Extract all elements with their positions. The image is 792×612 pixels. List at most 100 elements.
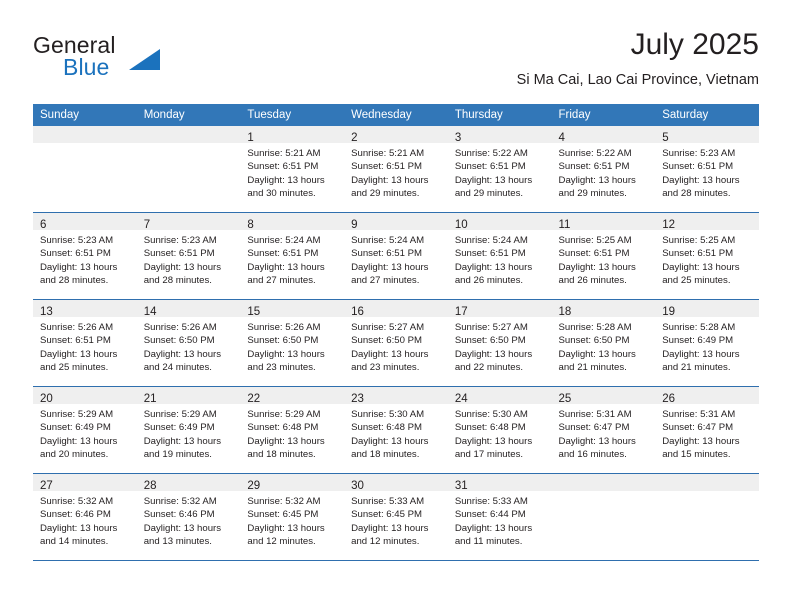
calendar-day-cell[interactable]: 9 Sunrise: 5:24 AM Sunset: 6:51 PM Daylight… xyxy=(344,212,448,300)
day-detail-line: and 25 minutes. xyxy=(662,275,731,287)
day-number-band: 17 xyxy=(447,300,552,318)
day-cell-body: Sunrise: 5:33 AM Sunset: 6:45 PM Daylight:… xyxy=(344,491,448,549)
calendar-day-cell[interactable]: 7 Sunrise: 5:23 AM Sunset: 6:51 PM Daylight… xyxy=(136,212,241,300)
day-cell-body: Sunrise: 5:32 AM Sunset: 6:45 PM Daylight:… xyxy=(240,491,344,549)
day-cell-body: Sunrise: 5:23 AM Sunset: 6:51 PM Daylight:… xyxy=(655,143,759,201)
day-number: 9 xyxy=(351,219,358,231)
calendar-day-cell[interactable]: 13 Sunrise: 5:26 AM Sunset: 6:51 PM Dayligh… xyxy=(33,299,137,387)
calendar-day-cell[interactable]: 6 Sunrise: 5:23 AM Sunset: 6:51 PM Daylight… xyxy=(33,212,137,300)
day-cell-body: Sunrise: 5:31 AM Sunset: 6:47 PM Daylight:… xyxy=(552,404,656,462)
calendar-day-cell[interactable]: 21 Sunrise: 5:29 AM Sunset: 6:49 PM Dayligh… xyxy=(136,386,241,474)
calendar-day-cell[interactable]: 2 Sunrise: 5:21 AM Sunset: 6:51 PM Daylight… xyxy=(344,126,448,213)
day-detail-line: and 25 minutes. xyxy=(40,362,109,374)
calendar-day-cell[interactable]: 31 Sunrise: 5:33 AM Sunset: 6:44 PM Dayligh… xyxy=(447,473,552,561)
calendar-day-cell[interactable]: 19 Sunrise: 5:28 AM Sunset: 6:49 PM Dayligh… xyxy=(655,299,759,387)
day-detail-line: Daylight: 13 hours xyxy=(454,261,533,273)
day-detail-line: Sunset: 6:48 PM xyxy=(454,422,526,434)
day-number-band: 6 xyxy=(33,213,137,231)
day-number: 27 xyxy=(40,480,53,492)
day-detail-line: Daylight: 13 hours xyxy=(351,348,429,360)
day-detail-line: and 26 minutes. xyxy=(454,275,524,287)
day-number: 18 xyxy=(558,306,572,318)
day-detail-line: Sunset: 6:51 PM xyxy=(40,248,111,260)
calendar-day-cell[interactable]: 10 Sunrise: 5:24 AM Sunset: 6:51 PM Dayligh… xyxy=(447,212,552,300)
day-detail-line: and 14 minutes. xyxy=(40,536,109,548)
calendar-day-cell[interactable]: 20 Sunrise: 5:29 AM Sunset: 6:49 PM Dayligh… xyxy=(33,386,137,474)
day-number-band: 10 xyxy=(447,213,552,231)
day-number: 8 xyxy=(247,219,254,231)
day-detail-line: Sunset: 6:47 PM xyxy=(558,422,630,434)
day-detail-line: Sunrise: 5:30 AM xyxy=(351,409,425,420)
day-detail-line: Sunset: 6:51 PM xyxy=(662,161,734,173)
day-detail-line: Sunrise: 5:32 AM xyxy=(40,496,114,507)
weekday-header-tuesday: Tuesday xyxy=(240,104,345,126)
day-detail-line: Daylight: 13 hours xyxy=(351,522,429,534)
calendar-day-cell[interactable]: 4 Sunrise: 5:22 AM Sunset: 6:51 PM Daylight… xyxy=(551,126,656,213)
day-number-band: 11 xyxy=(551,213,656,231)
day-number: 28 xyxy=(143,480,157,492)
calendar-day-cell[interactable]: 15 Sunrise: 5:26 AM Sunset: 6:50 PM Dayligh… xyxy=(240,299,345,387)
calendar-day-cell[interactable]: 27 Sunrise: 5:32 AM Sunset: 6:46 PM Dayligh… xyxy=(33,473,137,561)
day-number-band xyxy=(33,126,137,143)
page-title: July 2025 xyxy=(630,28,759,61)
calendar-page: General Blue July 2025 Si Ma Cai, Lao Ca… xyxy=(0,0,792,612)
calendar-day-cell[interactable]: 23 Sunrise: 5:30 AM Sunset: 6:48 PM Dayligh… xyxy=(344,386,448,474)
day-detail-line: Sunset: 6:50 PM xyxy=(143,335,215,347)
calendar-day-cell[interactable]: 14 Sunrise: 5:26 AM Sunset: 6:50 PM Dayligh… xyxy=(136,299,241,387)
day-number-band: 5 xyxy=(655,126,759,144)
calendar-day-cell[interactable]: 16 Sunrise: 5:27 AM Sunset: 6:50 PM Dayligh… xyxy=(344,299,448,387)
day-cell-body: Sunrise: 5:31 AM Sunset: 6:47 PM Daylight:… xyxy=(655,404,759,462)
calendar-empty-cell xyxy=(551,473,656,561)
day-number-band: 19 xyxy=(655,300,759,318)
calendar-day-cell[interactable]: 3 Sunrise: 5:22 AM Sunset: 6:51 PM Daylight… xyxy=(447,126,552,213)
day-detail-line: Sunrise: 5:33 AM xyxy=(454,496,528,507)
day-detail-line: Daylight: 13 hours xyxy=(143,435,222,447)
day-detail-line: and 27 minutes. xyxy=(247,275,316,287)
day-cell-body: Sunrise: 5:22 AM Sunset: 6:51 PM Daylight:… xyxy=(552,143,656,201)
day-detail-line: and 16 minutes. xyxy=(558,449,627,461)
calendar-day-cell[interactable]: 29 Sunrise: 5:32 AM Sunset: 6:45 PM Dayligh… xyxy=(240,473,345,561)
day-detail-line: Sunset: 6:51 PM xyxy=(143,248,215,260)
general-blue-logo[interactable]: General Blue xyxy=(33,32,253,90)
calendar-week-row: 1 Sunrise: 5:21 AM Sunset: 6:51 PM Daylight… xyxy=(33,126,759,213)
calendar-day-cell[interactable]: 11 Sunrise: 5:25 AM Sunset: 6:51 PM Dayligh… xyxy=(551,212,656,300)
day-detail-line: Sunset: 6:51 PM xyxy=(454,161,526,173)
calendar-day-cell[interactable]: 24 Sunrise: 5:30 AM Sunset: 6:48 PM Dayligh… xyxy=(447,386,552,474)
calendar-table: Sunday Monday Tuesday Wednesday Thursday… xyxy=(33,104,759,561)
calendar-day-cell[interactable]: 12 Sunrise: 5:25 AM Sunset: 6:51 PM Dayligh… xyxy=(655,212,759,300)
calendar-day-cell[interactable]: 18 Sunrise: 5:28 AM Sunset: 6:50 PM Dayligh… xyxy=(551,299,656,387)
day-detail-line: Daylight: 13 hours xyxy=(662,261,740,273)
day-cell-body: Sunrise: 5:26 AM Sunset: 6:50 PM Daylight:… xyxy=(240,317,344,375)
title-block: July 2025 Si Ma Cai, Lao Cai Province, V… xyxy=(517,28,759,90)
day-detail-line: Sunset: 6:51 PM xyxy=(558,248,630,260)
calendar-day-cell[interactable]: 5 Sunrise: 5:23 AM Sunset: 6:51 PM Daylight… xyxy=(655,126,759,213)
day-cell-body: Sunrise: 5:32 AM Sunset: 6:46 PM Daylight:… xyxy=(137,491,241,549)
day-number-band: 27 xyxy=(33,474,137,492)
day-detail-line: Sunrise: 5:24 AM xyxy=(247,235,321,246)
calendar-day-cell[interactable]: 1 Sunrise: 5:21 AM Sunset: 6:51 PM Daylight… xyxy=(240,126,345,213)
day-detail-line: Sunrise: 5:23 AM xyxy=(40,235,114,246)
calendar-day-cell[interactable]: 17 Sunrise: 5:27 AM Sunset: 6:50 PM Dayligh… xyxy=(447,299,552,387)
day-detail-line: Sunset: 6:48 PM xyxy=(351,422,423,434)
day-number-band: 14 xyxy=(136,300,241,318)
calendar-day-cell[interactable]: 8 Sunrise: 5:24 AM Sunset: 6:51 PM Daylight… xyxy=(240,212,345,300)
day-number: 30 xyxy=(351,480,364,492)
day-number-band: 13 xyxy=(33,300,137,318)
day-cell-body: Sunrise: 5:23 AM Sunset: 6:51 PM Daylight:… xyxy=(33,230,137,288)
day-number-band: 29 xyxy=(240,474,345,492)
calendar-day-cell[interactable]: 25 Sunrise: 5:31 AM Sunset: 6:47 PM Dayligh… xyxy=(551,386,656,474)
day-cell-body: Sunrise: 5:21 AM Sunset: 6:51 PM Daylight:… xyxy=(240,143,344,201)
day-detail-line: and 21 minutes. xyxy=(662,362,731,374)
calendar-header-row: Sunday Monday Tuesday Wednesday Thursday… xyxy=(33,104,759,126)
day-detail-line: Sunset: 6:47 PM xyxy=(662,422,734,434)
calendar-day-cell[interactable]: 28 Sunrise: 5:32 AM Sunset: 6:46 PM Dayligh… xyxy=(136,473,241,561)
day-detail-line: Daylight: 13 hours xyxy=(351,435,429,447)
calendar-day-cell[interactable]: 30 Sunrise: 5:33 AM Sunset: 6:45 PM Dayligh… xyxy=(344,473,448,561)
day-number-band: 18 xyxy=(551,300,656,318)
calendar-day-cell[interactable]: 22 Sunrise: 5:29 AM Sunset: 6:48 PM Dayligh… xyxy=(240,386,345,474)
day-detail-line: Sunrise: 5:26 AM xyxy=(247,322,321,333)
day-detail-line: Sunrise: 5:32 AM xyxy=(143,496,217,507)
day-detail-line: Sunrise: 5:24 AM xyxy=(351,235,425,246)
calendar-day-cell[interactable]: 26 Sunrise: 5:31 AM Sunset: 6:47 PM Dayligh… xyxy=(655,386,759,474)
day-detail-line: and 24 minutes. xyxy=(143,362,212,374)
